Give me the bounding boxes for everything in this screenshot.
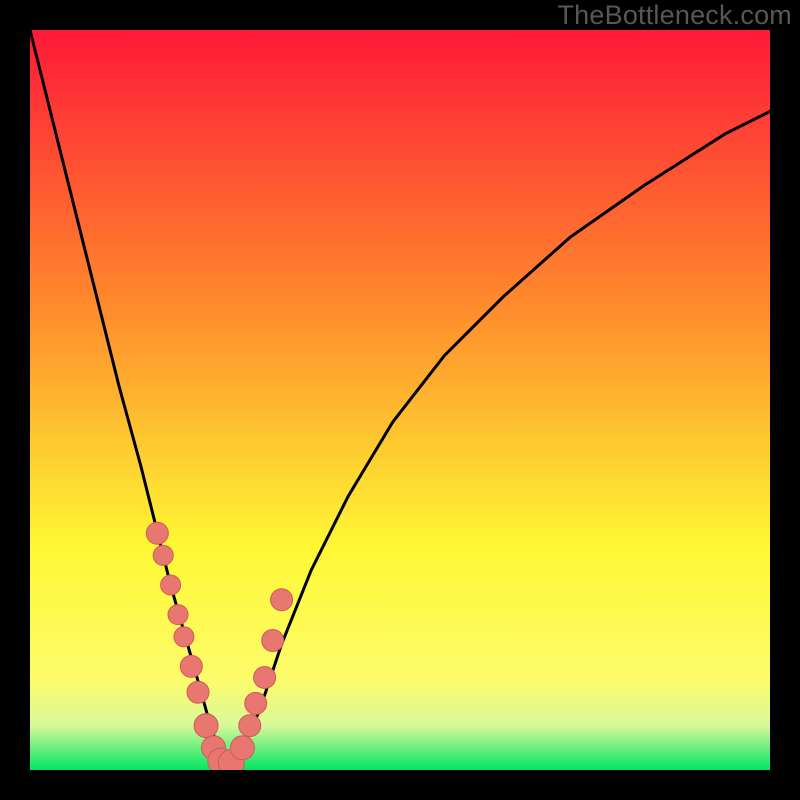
- highlight-dot: [174, 627, 194, 647]
- frame: TheBottleneck.com: [0, 0, 800, 800]
- plot-area: [30, 30, 770, 770]
- highlight-dot: [194, 714, 218, 738]
- highlight-dot: [161, 575, 181, 595]
- highlight-dot: [271, 589, 293, 611]
- highlight-dot: [245, 692, 267, 714]
- highlight-dot: [168, 605, 188, 625]
- highlight-dot: [153, 545, 173, 565]
- chart-svg: [30, 30, 770, 770]
- watermark-text: TheBottleneck.com: [557, 0, 792, 31]
- highlight-dot: [262, 630, 284, 652]
- highlight-dot: [230, 736, 254, 760]
- highlight-dot: [146, 522, 168, 544]
- highlight-dot: [239, 715, 261, 737]
- highlight-dot: [254, 667, 276, 689]
- highlight-dot: [187, 681, 209, 703]
- highlight-dot: [180, 655, 202, 677]
- gradient-bg: [30, 30, 770, 770]
